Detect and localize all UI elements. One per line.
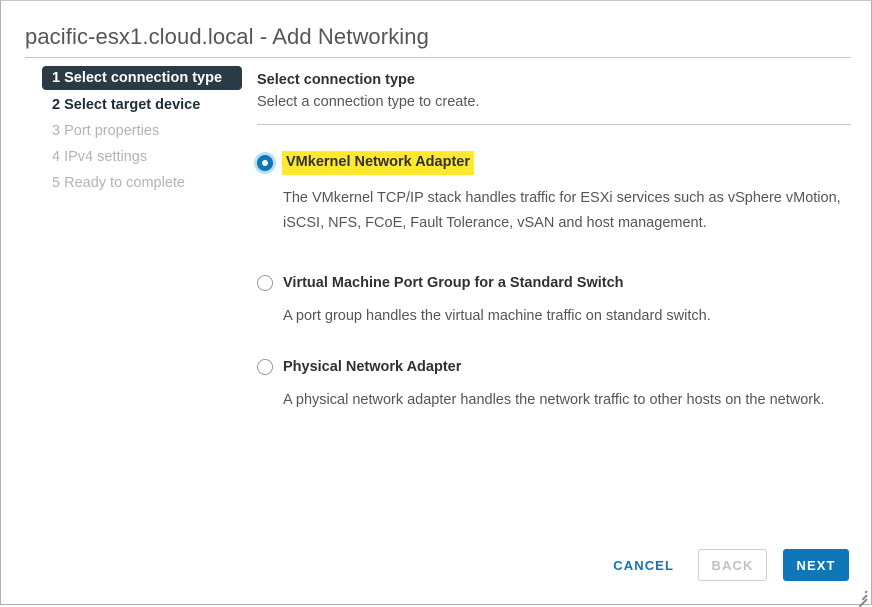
wizard-step-label: 4 IPv4 settings <box>52 148 148 165</box>
content-heading: Select connection type <box>257 72 415 88</box>
wizard-step-ipv4-settings: 4 IPv4 settings <box>42 145 242 168</box>
back-button: BACK <box>698 549 767 581</box>
wizard-step-label: 1 Select connection type <box>52 70 223 86</box>
wizard-step-label: 2 Select target device <box>52 96 201 113</box>
title-divider <box>25 57 851 58</box>
radio-physical-network-adapter-icon[interactable] <box>257 359 273 375</box>
cancel-button[interactable]: CANCEL <box>603 552 684 579</box>
page-title: pacific-esx1.cloud.local - Add Networkin… <box>25 24 429 49</box>
resize-grip-icon[interactable] <box>855 588 868 607</box>
next-button[interactable]: NEXT <box>783 549 849 581</box>
radio-virtual-machine-port-group-icon[interactable] <box>257 275 273 291</box>
option-description: A port group handles the virtual machine… <box>283 308 711 324</box>
wizard-step-label: 5 Ready to complete <box>52 174 185 191</box>
option-row[interactable]: Virtual Machine Port Group for a Standar… <box>257 273 851 293</box>
option-vmkernel-network-adapter[interactable]: VMkernel Network Adapter The VMkernel TC… <box>257 151 851 236</box>
radio-vmkernel-network-adapter-icon[interactable] <box>257 155 273 171</box>
wizard-step-select-connection-type[interactable]: 1 Select connection type <box>42 66 242 90</box>
option-row[interactable]: Physical Network Adapter <box>257 357 851 377</box>
option-row[interactable]: VMkernel Network Adapter <box>257 151 851 175</box>
option-label: Virtual Machine Port Group for a Standar… <box>283 274 624 291</box>
wizard-steps: 1 Select connection type 2 Select target… <box>42 66 242 197</box>
add-networking-dialog: pacific-esx1.cloud.local - Add Networkin… <box>0 0 872 607</box>
wizard-step-port-properties: 3 Port properties <box>42 119 242 142</box>
option-label: VMkernel Network Adapter <box>282 151 474 175</box>
option-physical-network-adapter[interactable]: Physical Network Adapter A physical netw… <box>257 357 851 413</box>
wizard-step-label: 3 Port properties <box>52 122 160 139</box>
option-description: The VMkernel TCP/IP stack handles traffi… <box>283 190 841 231</box>
content-pane: Select connection type Select a connecti… <box>257 71 851 413</box>
wizard-step-select-target-device[interactable]: 2 Select target device <box>42 93 242 116</box>
option-label: Physical Network Adapter <box>283 358 462 375</box>
dialog-footer: CANCEL BACK NEXT <box>603 549 849 581</box>
dialog-title-bar: pacific-esx1.cloud.local - Add Networkin… <box>25 23 851 59</box>
wizard-step-ready-to-complete: 5 Ready to complete <box>42 171 242 194</box>
option-virtual-machine-port-group[interactable]: Virtual Machine Port Group for a Standar… <box>257 273 851 329</box>
content-subheading: Select a connection type to create. <box>257 94 480 110</box>
option-description: A physical network adapter handles the n… <box>283 392 825 408</box>
content-divider <box>257 124 851 125</box>
connection-type-radio-group: VMkernel Network Adapter The VMkernel TC… <box>257 151 851 413</box>
